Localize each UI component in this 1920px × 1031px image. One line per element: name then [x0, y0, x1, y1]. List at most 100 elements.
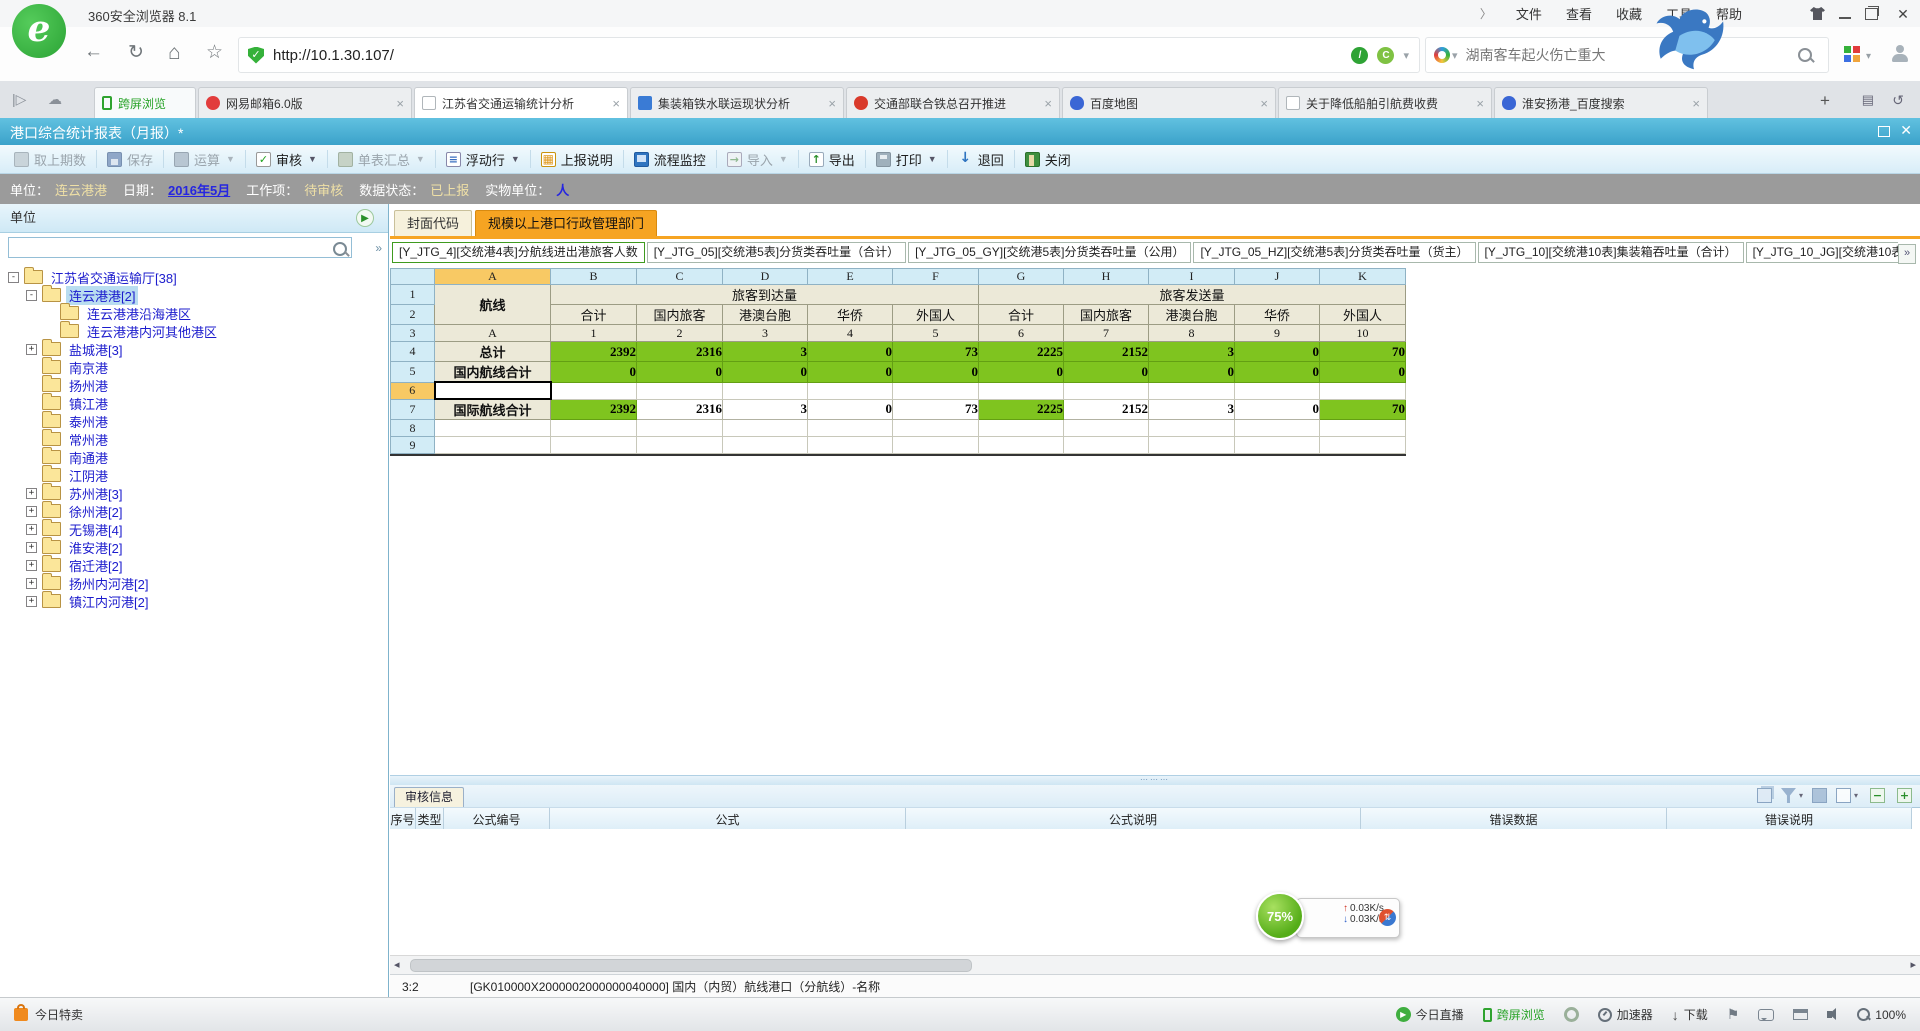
grid-cell[interactable]: 70	[1320, 399, 1406, 420]
compat-mode-icon[interactable]: C	[1377, 47, 1394, 64]
entity-value[interactable]: 人	[556, 180, 569, 199]
grid-cell[interactable]: 0	[808, 399, 893, 420]
column-header[interactable]: F	[893, 269, 979, 285]
tree-item[interactable]: + 宿迁港[2]	[0, 556, 388, 574]
grid-cell[interactable]: 3	[723, 399, 808, 420]
grid-cell[interactable]: 0	[979, 362, 1064, 383]
tree-item-label[interactable]: 连云港港内河其他港区	[84, 322, 220, 341]
browser-tab[interactable]: 关于降低船舶引航费收费×	[1278, 87, 1492, 118]
tree-item[interactable]: -连云港港[2]	[0, 286, 388, 304]
tree-item-label[interactable]: 泰州港	[66, 412, 111, 431]
tree-item-label[interactable]: 宿迁港[2]	[66, 556, 125, 575]
menu-item[interactable]: 文件	[1516, 4, 1542, 23]
grid-cell[interactable]: 0	[637, 362, 723, 383]
speaker-icon[interactable]	[1827, 1011, 1832, 1018]
toolbar-back-button[interactable]: 退回	[950, 147, 1012, 171]
tree-item-label[interactable]: 连云港港沿海港区	[84, 304, 194, 323]
tree-item[interactable]: +无锡港[4]	[0, 520, 388, 538]
grid-cell[interactable]: 0	[723, 362, 808, 383]
cross-screen-button[interactable]: 跨屏浏览	[1483, 1006, 1545, 1023]
row-number[interactable]: 3	[391, 325, 435, 342]
dropdown-caret-icon[interactable]: ▼	[226, 154, 235, 164]
sheet-tab[interactable]: [Y_JTG_10_JG][交统港10表]集装箱吞	[1746, 242, 1898, 263]
grid-cell[interactable]	[723, 437, 808, 454]
grid-cell[interactable]	[1320, 382, 1406, 399]
audit-column-7[interactable]: 错误说明	[1667, 808, 1912, 830]
sheet-tab[interactable]: [Y_JTG_05_HZ][交统港5表]分货类吞吐量（货主）	[1193, 242, 1475, 263]
column-header[interactable]: B	[551, 269, 637, 285]
grid-cell[interactable]: 73	[893, 399, 979, 420]
tree-item-label[interactable]: 南京港	[66, 358, 111, 377]
grid-cell[interactable]	[1320, 420, 1406, 437]
save-result-icon[interactable]	[1812, 788, 1827, 803]
grid-cell[interactable]	[893, 437, 979, 454]
grid-cell[interactable]	[1235, 382, 1320, 399]
tree-item-label[interactable]: 苏州港[3]	[66, 484, 125, 503]
live-button[interactable]: ▶ 今日直播	[1396, 1006, 1464, 1023]
audit-column-2[interactable]: 类型	[416, 808, 444, 830]
grid-cell[interactable]: 3	[723, 342, 808, 362]
login-avatar-icon[interactable]	[1892, 45, 1908, 63]
grid-cell[interactable]	[1064, 437, 1149, 454]
tree-item-label[interactable]: 镇江港	[66, 394, 111, 413]
tab-list-icon[interactable]: ▤	[1862, 92, 1874, 108]
row-number[interactable]: 6	[391, 382, 435, 399]
dropdown-caret-icon[interactable]: ▼	[779, 154, 788, 164]
toolbar-print-button[interactable]: 打印▼	[868, 147, 945, 171]
grid-cell[interactable]: 0	[1235, 399, 1320, 420]
tree-item[interactable]: 扬州港	[0, 376, 388, 394]
expand-icon[interactable]: +	[26, 506, 37, 517]
column-header[interactable]: J	[1235, 269, 1320, 285]
clothes-deal-icon[interactable]	[1810, 7, 1825, 20]
audit-column-6[interactable]: 错误数据	[1361, 808, 1667, 830]
browser-tab[interactable]: 网易邮箱6.0版×	[198, 87, 412, 118]
row-label-cell[interactable]: 国际航线合计	[435, 399, 551, 420]
tab-cover-code[interactable]: 封面代码	[394, 210, 472, 236]
tab-close-icon[interactable]: ×	[828, 96, 836, 111]
search-magnifier-icon[interactable]	[333, 242, 347, 256]
menu-collapse-icon[interactable]: 〉	[1480, 5, 1492, 22]
grid-cell[interactable]	[723, 420, 808, 437]
toolbar-export-button[interactable]: 导出	[801, 147, 863, 171]
sheet-tab[interactable]: [Y_JTG_05_GY][交统港5表]分货类吞吐量（公用）	[908, 242, 1191, 263]
tree-item[interactable]: +淮安港[2]	[0, 538, 388, 556]
tree-item[interactable]: 常州港	[0, 430, 388, 448]
tab-close-icon[interactable]: ×	[396, 96, 404, 111]
shield-icon[interactable]: ✓	[248, 47, 264, 64]
grid-cell[interactable]	[893, 420, 979, 437]
grid-cell[interactable]: 2392	[551, 342, 637, 362]
panel-minimize-button[interactable]: −	[1870, 788, 1885, 803]
grid-cell[interactable]: 2225	[979, 399, 1064, 420]
url-text[interactable]: http://10.1.30.107/	[273, 47, 1351, 64]
grid-cell[interactable]: 0	[1149, 362, 1235, 383]
toolbar-monitor-button[interactable]: 流程监控	[626, 147, 714, 171]
search-input[interactable]: 湖南客车起火伤亡重大	[1466, 45, 1798, 65]
booster-button[interactable]: 加速器	[1598, 1006, 1653, 1023]
home-icon[interactable]: ⌂	[168, 41, 181, 65]
column-header[interactable]: G	[979, 269, 1064, 285]
column-header[interactable]: E	[808, 269, 893, 285]
tree-item[interactable]: 连云港港沿海港区	[0, 304, 388, 322]
dropdown-caret-icon[interactable]: ▼	[416, 154, 425, 164]
horizontal-scrollbar[interactable]: ◂ ▸	[390, 955, 1920, 975]
grid-cell[interactable]	[979, 437, 1064, 454]
grid-cell[interactable]: 2152	[1064, 342, 1149, 362]
expand-icon[interactable]: +	[26, 560, 37, 571]
expand-icon[interactable]: +	[26, 488, 37, 499]
grid-cell[interactable]	[979, 420, 1064, 437]
tree-item[interactable]: +镇江内河港[2]	[0, 592, 388, 610]
tab-close-icon[interactable]: ×	[612, 96, 620, 111]
audit-column-4[interactable]: 公式	[550, 808, 906, 830]
tree-item[interactable]: +徐州港[2]	[0, 502, 388, 520]
toolbar-close-button[interactable]: 关闭	[1017, 147, 1079, 171]
tree-item-label[interactable]: 连云港港[2]	[66, 286, 138, 305]
toolbar-floatrow-button[interactable]: 浮动行▼	[438, 147, 528, 171]
tree-item[interactable]: 连云港港内河其他港区	[0, 322, 388, 340]
row-number[interactable]: 1	[391, 285, 435, 305]
zoom-control[interactable]: 100%	[1857, 1008, 1906, 1022]
grid-cell[interactable]: 2316	[637, 399, 723, 420]
maximize-button[interactable]	[1865, 8, 1878, 20]
grid-cell[interactable]	[723, 382, 808, 399]
preview-icon[interactable]	[1836, 788, 1851, 803]
copy-icon[interactable]	[1757, 788, 1772, 803]
